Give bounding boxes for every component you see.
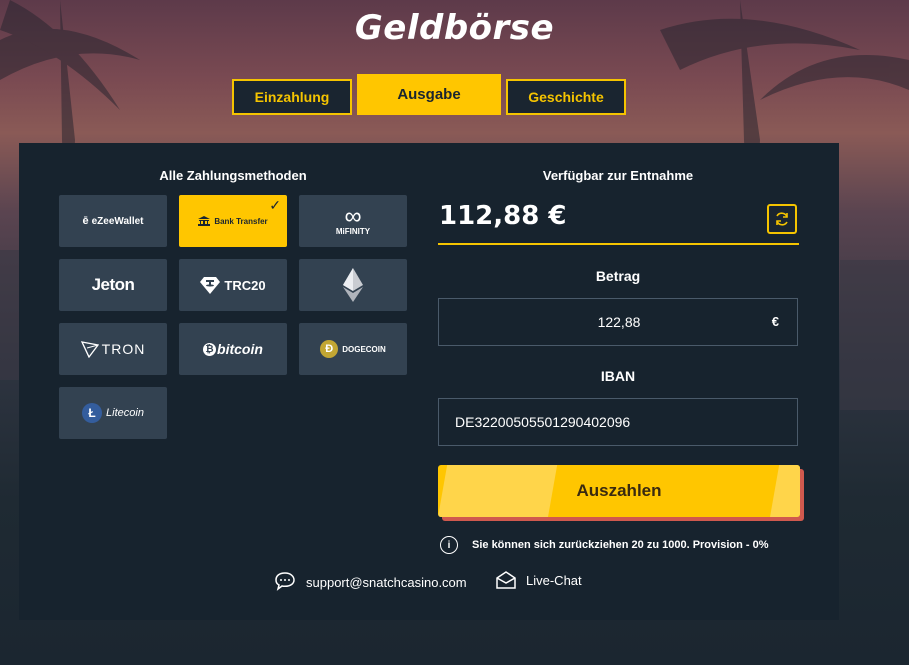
method-jeton[interactable]: Jeton xyxy=(59,259,167,311)
method-bank-transfer[interactable]: ✓ Bank Transfer xyxy=(179,195,287,247)
tab-ausgabe[interactable]: Ausgabe xyxy=(357,74,501,115)
balance-divider xyxy=(438,243,799,245)
method-ethereum[interactable] xyxy=(299,259,407,311)
envelope-icon xyxy=(496,571,516,589)
check-icon: ✓ xyxy=(269,197,281,213)
refresh-button[interactable] xyxy=(767,204,797,234)
live-chat-link[interactable]: Live-Chat xyxy=(495,571,582,589)
ezeewallet-logo-icon: ē xyxy=(82,215,89,227)
page-title: Geldbörse xyxy=(354,8,555,48)
available-title: Verfügbar zur Entnahme xyxy=(542,168,694,183)
wallet-tabs: Einzahlung Ausgabe Geschichte xyxy=(0,74,909,116)
methods-title: Alle Zahlungsmethoden xyxy=(159,168,307,183)
refresh-icon xyxy=(776,212,788,226)
tab-geschichte[interactable]: Geschichte xyxy=(506,79,626,115)
method-litecoin[interactable]: Ł Litecoin xyxy=(59,387,167,439)
currency-symbol: € xyxy=(771,314,779,329)
chat-bubble-icon xyxy=(275,572,295,591)
support-email-link[interactable]: support@snatchcasino.com xyxy=(274,571,467,593)
ethereum-icon xyxy=(343,268,363,302)
method-bitcoin[interactable]: ₿ bitcoin xyxy=(179,323,287,375)
method-trc20[interactable]: TRC20 xyxy=(179,259,287,311)
infinity-icon: ∞ xyxy=(344,202,362,230)
iban-value: DE32200505501290402096 xyxy=(455,414,631,430)
button-sheen xyxy=(770,465,800,517)
withdraw-button[interactable]: Auszahlen xyxy=(438,465,800,517)
iban-label: IBAN xyxy=(600,368,636,384)
method-tron[interactable]: TRON xyxy=(59,323,167,375)
info-icon: i xyxy=(440,536,458,554)
litecoin-icon: Ł xyxy=(82,403,103,423)
available-balance: 112,88 € xyxy=(439,201,567,231)
tron-icon xyxy=(80,341,99,358)
amount-input[interactable]: 122,88 € xyxy=(438,298,798,346)
bitcoin-icon: ₿ xyxy=(203,342,217,356)
iban-input[interactable]: DE32200505501290402096 xyxy=(438,398,798,446)
dogecoin-icon: Ð xyxy=(320,340,339,358)
limits-info: i Sie können sich zurückziehen 20 zu 100… xyxy=(440,536,769,554)
tab-einzahlung[interactable]: Einzahlung xyxy=(232,79,352,115)
tether-icon xyxy=(200,277,221,294)
button-sheen xyxy=(438,465,558,517)
bank-icon xyxy=(198,216,211,226)
method-ezeewallet[interactable]: ē eZeeWallet xyxy=(59,195,167,247)
method-dogecoin[interactable]: Ð DOGECOIN xyxy=(299,323,407,375)
withdraw-panel: Alle Zahlungsmethoden ē eZeeWallet ✓ Ban… xyxy=(19,143,839,620)
method-mifinity[interactable]: ∞ MiFINITY xyxy=(299,195,407,247)
amount-label: Betrag xyxy=(595,268,641,284)
amount-value: 122,88 xyxy=(597,314,641,330)
